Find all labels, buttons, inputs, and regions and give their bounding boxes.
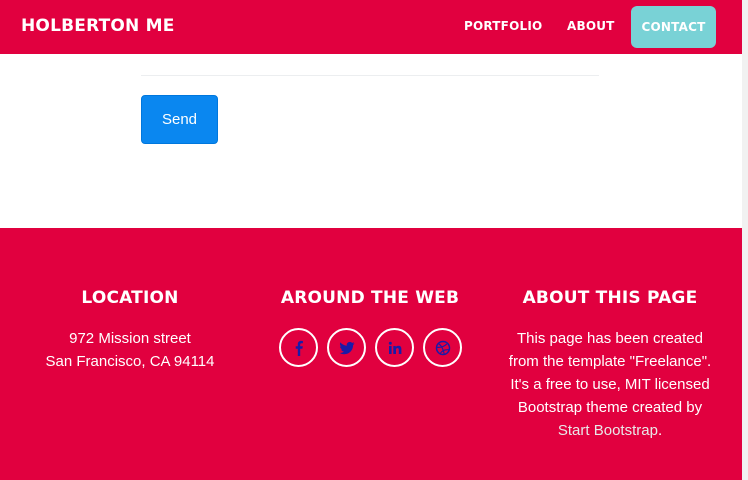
navbar: HOLBERTON ME PORTFOLIO ABOUT CONTACT xyxy=(0,0,742,54)
footer: LOCATION 972 Mission street San Francisc… xyxy=(0,228,742,480)
scrollbar-track[interactable] xyxy=(742,0,748,480)
form-field-underline xyxy=(141,75,599,76)
facebook-icon xyxy=(295,340,303,356)
about-description: This page has been created from the temp… xyxy=(508,330,712,416)
social-links xyxy=(279,328,462,367)
location-address: 972 Mission street San Francisco, CA 941… xyxy=(30,327,230,373)
location-heading: LOCATION xyxy=(81,288,179,308)
start-bootstrap-link[interactable]: Start Bootstrap xyxy=(558,422,658,439)
address-line-2: San Francisco, CA 94114 xyxy=(45,353,215,370)
twitter-button[interactable] xyxy=(327,328,366,367)
nav-portfolio-link[interactable]: PORTFOLIO xyxy=(464,19,542,33)
brand-logo[interactable]: HOLBERTON ME xyxy=(21,16,175,36)
about-suffix: . xyxy=(657,422,663,439)
nav-about-link[interactable]: ABOUT xyxy=(567,19,615,33)
send-button[interactable]: Send xyxy=(141,95,218,144)
about-heading: ABOUT THIS PAGE xyxy=(522,288,698,308)
footer-location-section: LOCATION 972 Mission street San Francisc… xyxy=(30,288,230,373)
nav-contact-link[interactable]: CONTACT xyxy=(631,6,716,48)
dribbble-icon xyxy=(435,340,450,355)
facebook-button[interactable] xyxy=(279,328,318,367)
footer-about-section: ABOUT THIS PAGE This page has been creat… xyxy=(500,288,720,442)
twitter-icon xyxy=(338,341,354,354)
dribbble-button[interactable] xyxy=(423,328,462,367)
about-text: This page has been created from the temp… xyxy=(500,327,720,442)
web-heading: AROUND THE WEB xyxy=(280,288,460,308)
address-line-1: 972 Mission street xyxy=(69,330,191,347)
footer-web-section: AROUND THE WEB xyxy=(270,288,470,367)
linkedin-icon xyxy=(388,341,401,354)
linkedin-button[interactable] xyxy=(375,328,414,367)
